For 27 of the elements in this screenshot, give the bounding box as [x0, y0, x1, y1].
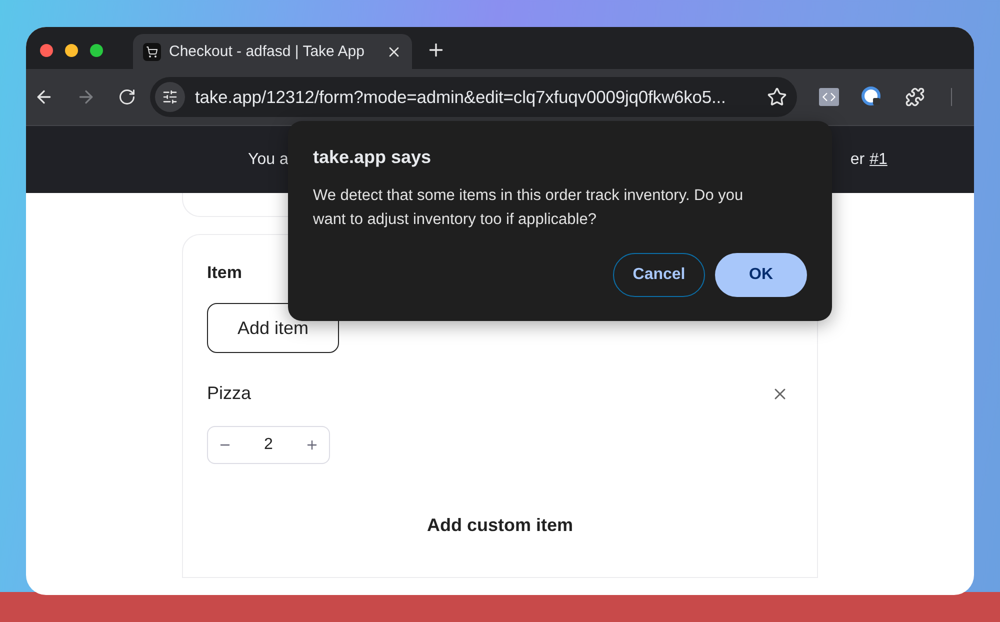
- browser-tab[interactable]: Checkout - adfasd | Take App: [133, 34, 412, 69]
- star-icon[interactable]: [767, 87, 787, 107]
- item-name: Pizza: [207, 383, 252, 404]
- banner-text: You a: [248, 150, 288, 168]
- plus-icon[interactable]: [305, 438, 319, 452]
- minimize-window-button[interactable]: [65, 44, 78, 56]
- add-custom-item-button[interactable]: Add custom item: [420, 514, 579, 537]
- quantity-stepper[interactable]: 2: [207, 426, 330, 464]
- order-link[interactable]: #1: [870, 150, 888, 168]
- address-bar[interactable]: take.app/12312/form?mode=admin&edit=clq7xfuqv0009jq0fkw6ko5...: [150, 77, 797, 117]
- section-heading: Item: [207, 263, 242, 283]
- banner-text: er: [850, 150, 865, 168]
- puzzle-icon[interactable]: [905, 87, 925, 107]
- url-text: take.app/12312/form?mode=admin&edit=clq7xfuqv0009jq0fkw6ko5...: [195, 86, 727, 108]
- zoom-window-button[interactable]: [90, 44, 103, 56]
- extension-icon[interactable]: [861, 86, 883, 108]
- cart-icon: [143, 42, 161, 60]
- cancel-button[interactable]: Cancel: [613, 253, 705, 297]
- reload-icon[interactable]: [118, 88, 136, 106]
- tab-title: Checkout - adfasd | Take App: [169, 43, 366, 60]
- dialog-title: take.app says: [313, 147, 432, 168]
- quantity-value: 2: [264, 436, 273, 454]
- ok-button[interactable]: OK: [715, 253, 807, 297]
- code-icon[interactable]: [819, 88, 839, 106]
- close-window-button[interactable]: [40, 44, 53, 56]
- sliders-icon[interactable]: [155, 82, 185, 112]
- dialog-message: We detect that some items in this order track inventory. Do you want to adjust inventory too if applicable?: [313, 186, 744, 230]
